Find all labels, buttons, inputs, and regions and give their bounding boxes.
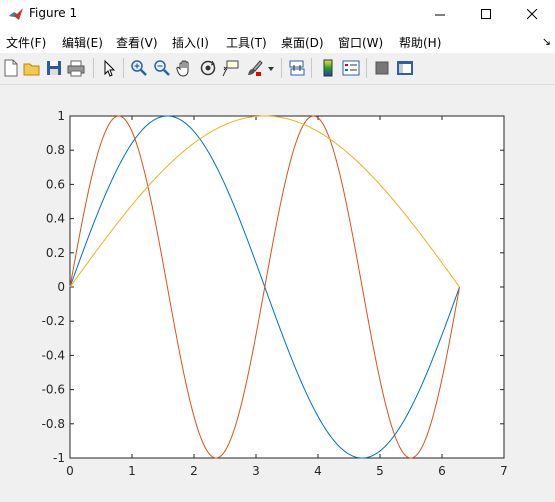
toolbar-separator [123, 58, 124, 78]
menu-desktop[interactable]: 桌面(D) [281, 34, 324, 51]
menu-tools[interactable]: 工具(T) [226, 34, 267, 51]
dropdown-arrow-icon[interactable] [266, 59, 276, 77]
y-tick-label: -0.6 [42, 383, 65, 397]
y-tick-label: 0 [57, 280, 65, 294]
window-title: Figure 1 [29, 6, 78, 20]
pan-hand-icon[interactable] [176, 59, 194, 77]
maximize-button[interactable] [463, 0, 509, 28]
close-icon [526, 8, 537, 19]
x-tick-label: 6 [438, 464, 446, 478]
x-tick-label: 7 [500, 464, 508, 478]
toolbar-separator [93, 58, 94, 78]
x-tick-label: 1 [128, 464, 136, 478]
toolbar-separator [281, 58, 282, 78]
menu-edit[interactable]: 编辑(E) [62, 34, 103, 51]
menu-help[interactable]: 帮助(H) [399, 34, 441, 51]
link-plot-icon[interactable] [288, 59, 306, 77]
save-icon[interactable] [45, 59, 63, 77]
zoom-out-icon[interactable] [153, 59, 171, 77]
x-tick-label: 3 [252, 464, 260, 478]
menu-view[interactable]: 查看(V) [116, 34, 158, 51]
zoom-in-icon[interactable] [130, 59, 148, 77]
menu-bar: 文件(F) 编辑(E) 查看(V) 插入(I) 工具(T) 桌面(D) 窗口(W… [0, 28, 555, 53]
y-tick-label: -1 [53, 451, 65, 465]
menu-insert[interactable]: 插入(I) [172, 34, 209, 51]
minimize-icon [434, 14, 445, 15]
open-file-icon[interactable] [23, 59, 41, 77]
matlab-logo-icon [9, 8, 23, 20]
minimize-button[interactable] [417, 0, 463, 28]
x-tick-label: 0 [66, 464, 74, 478]
colorbar-icon[interactable] [319, 59, 337, 77]
y-tick-label: 0.6 [46, 177, 65, 191]
x-tick-label: 4 [314, 464, 322, 478]
menu-window[interactable]: 窗口(W) [338, 34, 383, 51]
toolbar-separator [311, 58, 312, 78]
close-button[interactable] [509, 0, 555, 28]
figure-canvas: 0 1 2 3 4 5 6 7 -1 -0.8 -0.6 -0.4 -0.2 0 0.2 0.4 0.6 0.8… [0, 85, 555, 502]
y-tick-label: -0.2 [42, 314, 65, 328]
y-tick-label: 0.8 [46, 143, 65, 157]
y-tick-label: 1 [57, 109, 65, 123]
pointer-icon[interactable] [100, 59, 118, 77]
brush-icon[interactable] [245, 59, 263, 77]
new-figure-icon[interactable] [2, 59, 20, 77]
x-tick-label: 5 [376, 464, 384, 478]
x-tick-label: 2 [190, 464, 198, 478]
maximize-icon [480, 8, 491, 19]
show-plot-tools-icon[interactable] [396, 59, 414, 77]
data-cursor-icon[interactable] [221, 59, 239, 77]
y-tick-label: 0.2 [46, 246, 65, 260]
hide-plot-tools-icon[interactable] [373, 59, 391, 77]
print-icon[interactable] [67, 59, 85, 77]
menu-file[interactable]: 文件(F) [6, 34, 46, 51]
y-tick-label: -0.4 [42, 348, 65, 362]
toolbar-separator [366, 58, 367, 78]
menu-overflow-icon[interactable]: ↘ [542, 35, 551, 48]
axes-background [69, 115, 505, 459]
figure-toolbar [0, 53, 555, 85]
legend-icon[interactable] [342, 59, 360, 77]
rotate-3d-icon[interactable] [199, 59, 217, 77]
line-chart: 0 1 2 3 4 5 6 7 -1 -0.8 -0.6 -0.4 -0.2 0 0.2 0.4 0.6 0.8… [42, 109, 508, 478]
title-bar: Figure 1 [0, 0, 555, 28]
y-tick-label: 0.4 [46, 212, 65, 226]
y-tick-label: -0.8 [42, 417, 65, 431]
